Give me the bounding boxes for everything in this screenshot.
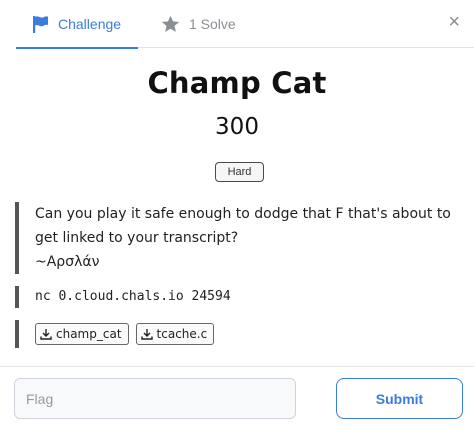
- file-download-tcache-c[interactable]: tcache.c: [135, 323, 215, 345]
- file-name: champ_cat: [56, 327, 122, 341]
- file-download-champ-cat[interactable]: champ_cat: [35, 323, 129, 345]
- close-icon[interactable]: ×: [448, 12, 460, 32]
- difficulty-badge: Hard: [215, 162, 264, 182]
- flag-input[interactable]: [14, 378, 296, 419]
- flag-icon: [33, 15, 48, 33]
- download-icon: [40, 329, 52, 340]
- submit-button[interactable]: Submit: [336, 378, 463, 419]
- challenge-title: Champ Cat: [147, 66, 327, 100]
- divider: [0, 366, 474, 367]
- description-text: Can you play it safe enough to dodge tha…: [35, 206, 451, 246]
- tab-bar: Challenge 1 Solve: [16, 0, 474, 49]
- description-author: ~Αρσλάν: [35, 254, 100, 270]
- tab-solves[interactable]: 1 Solve: [161, 0, 236, 48]
- challenge-points: 300: [215, 114, 259, 140]
- tab-challenge[interactable]: Challenge: [16, 0, 138, 49]
- file-list: champ_cat tcache.c: [15, 320, 215, 348]
- tab-solves-label: 1 Solve: [189, 16, 236, 32]
- connection-info: nc 0.cloud.chals.io 24594: [15, 286, 231, 308]
- download-icon: [140, 329, 153, 340]
- file-name: tcache.c: [156, 327, 208, 341]
- star-icon: [161, 15, 180, 32]
- challenge-description: Can you play it safe enough to dodge tha…: [15, 202, 455, 274]
- tab-challenge-label: Challenge: [58, 15, 122, 32]
